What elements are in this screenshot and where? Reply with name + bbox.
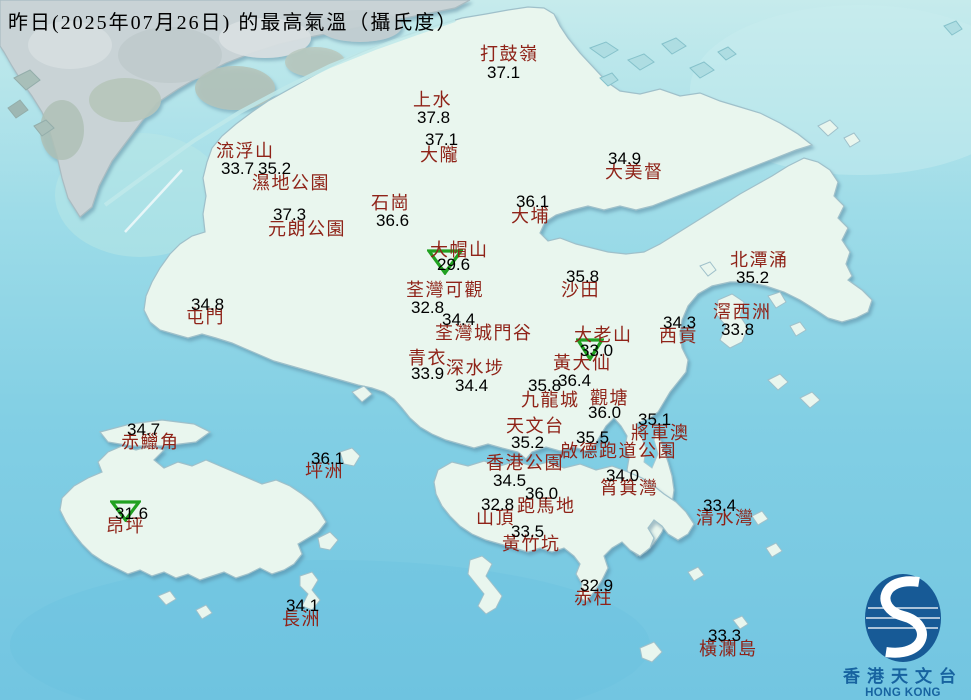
station-name-label: 荃灣可觀 [406,280,484,300]
station-value-label: 35.1 [638,410,672,429]
station-name-label: 石崗 [371,193,410,213]
station-value-label: 34.8 [191,295,225,314]
hko-temperature-map-screen: 昨日(2025年07月26日) 的最高氣溫（攝氏度） 打鼓嶺 37.1 上水 37.8… [0,0,971,700]
station-value-label: 35.2 [511,433,545,452]
station-name-label: 流浮山 [216,141,275,161]
station-value-label: 34.0 [606,466,640,485]
station-value-label: 34.4 [442,310,476,329]
station-value-label: 35.8 [528,376,562,395]
station-value-label: 35.5 [576,428,610,447]
map-title: 昨日(2025年07月26日) 的最高氣溫（攝氏度） [8,12,459,34]
station-name-label: 北潭涌 [730,250,789,270]
station-value-label: 33.3 [708,626,742,645]
station-value-label: 33.7 [221,159,255,178]
station-value-label: 34.4 [455,376,489,395]
station-value-label: 34.7 [127,420,161,439]
station-value-label: 34.5 [493,471,527,490]
station-value-label: 34.1 [286,596,320,615]
station-value-label: 37.8 [417,108,451,127]
station-value-label: 36.4 [558,371,592,390]
station-value-label: 33.4 [703,496,737,515]
station-name-label: 深水埗 [446,358,505,378]
station-value-label: 35.2 [736,268,770,287]
station-value-label: 33.0 [580,341,614,360]
hko-logo-icon [865,574,941,662]
station-value-label: 32.9 [580,576,614,595]
station-name-label: 香港公園 [486,453,564,473]
station-value-label: 33.5 [511,522,545,541]
station-value-label: 34.3 [663,313,697,332]
station-value-label: 36.1 [516,192,550,211]
station-value-label: 36.0 [588,403,622,422]
hko-logo: 香港天文台 HONG KONG OBSERVATORY [828,556,971,699]
station-value-label: 35.8 [566,267,600,286]
hko-logo-chinese-label: 香港天文台 [843,667,963,686]
station-value-label: 29.6 [437,255,471,274]
station-value-label: 36.0 [525,484,559,503]
station-value-label: 33.9 [411,364,445,383]
station-value-label: 37.1 [487,63,521,82]
station-value-label: 33.8 [721,320,755,339]
station-value-label: 35.2 [258,159,292,178]
station-value-label: 32.8 [481,495,515,514]
station-value-label: 37.1 [425,130,459,149]
station-name-label: 打鼓嶺 [480,44,539,64]
station-name-label: 上水 [413,90,452,110]
hko-logo-english-label: HONG KONG OBSERVATORY [865,686,941,699]
station-value-label: 36.1 [311,449,345,468]
station-value-label: 36.6 [376,211,410,230]
station-value-label: 32.8 [411,298,445,317]
station-value-label: 34.9 [608,149,642,168]
station-labels-layer: 打鼓嶺 37.1 上水 37.8 大隴 37.1 大美督 34.9 流浮山 33.7 濕地公園 35.… [0,0,971,700]
station-value-label: 37.3 [273,205,307,224]
station-name-label: 滘西洲 [713,302,772,322]
station-value-label: 31.6 [115,504,149,523]
